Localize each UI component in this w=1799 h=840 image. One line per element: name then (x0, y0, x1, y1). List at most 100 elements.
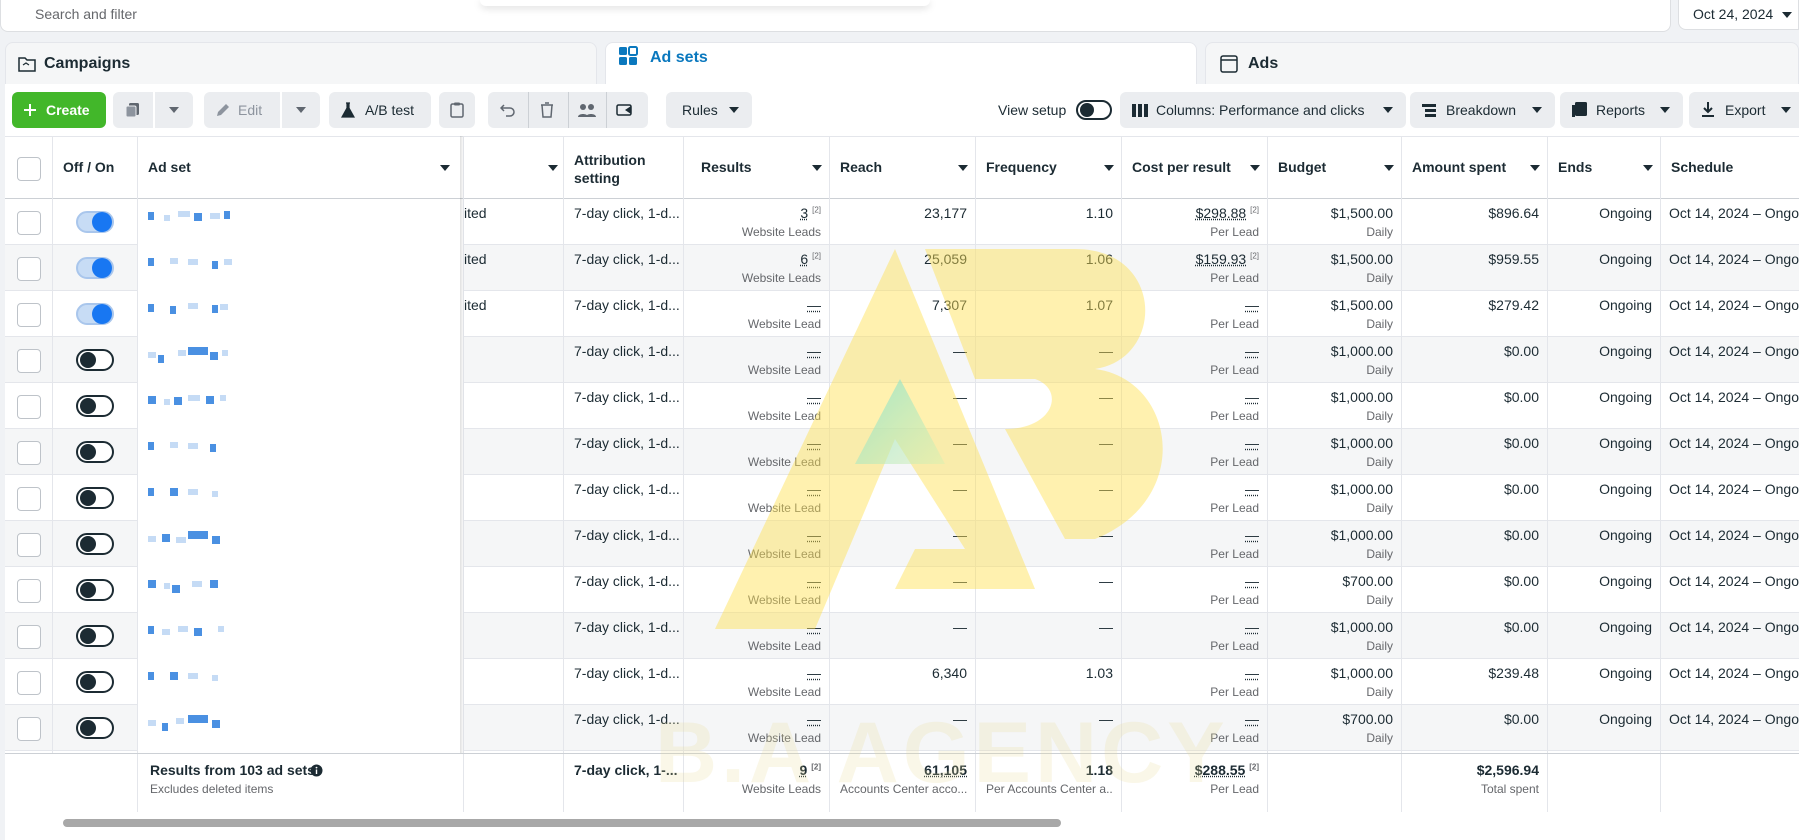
header-reach[interactable]: Reach (830, 137, 976, 199)
budget-cell[interactable]: $700.00 Daily (1268, 705, 1402, 751)
ad-set-name-cell[interactable] (138, 659, 464, 705)
ad-set-name-cell[interactable] (138, 567, 464, 613)
budget-cell[interactable]: $1,000.00 Daily (1268, 521, 1402, 567)
attribution-value: 7-day click, 1-d... (574, 711, 680, 727)
edit-dropdown[interactable] (282, 92, 320, 128)
budget-cell[interactable]: $1,000.00 Daily (1268, 613, 1402, 659)
ad-set-toggle[interactable] (76, 671, 114, 693)
columns-button[interactable]: Columns: Performance and clicks (1120, 92, 1406, 128)
header-ends[interactable]: Ends (1548, 137, 1661, 199)
ad-set-toggle[interactable] (76, 395, 114, 417)
row-checkbox[interactable] (17, 487, 41, 511)
table-row[interactable]: ited 7-day click, 1-d... 6 [2] Website Le… (5, 245, 1799, 291)
budget-cell[interactable]: $1,000.00 Daily (1268, 475, 1402, 521)
header-schedule[interactable]: Schedule (1661, 137, 1799, 199)
table-row[interactable]: 7-day click, 1-d... — Website Lead — — —… (5, 705, 1799, 751)
export-button[interactable]: Export (1689, 92, 1799, 128)
row-checkbox[interactable] (17, 671, 41, 695)
ad-set-name-cell[interactable] (138, 429, 464, 475)
undo-icon[interactable] (500, 102, 516, 118)
row-checkbox[interactable] (17, 717, 41, 741)
ad-set-toggle[interactable] (76, 349, 114, 371)
ad-set-name-cell[interactable] (138, 475, 464, 521)
duplicate-dropdown[interactable] (155, 92, 193, 128)
horizontal-scrollbar[interactable] (5, 816, 1799, 830)
header-attribution[interactable]: Attribution setting (564, 137, 684, 199)
ab-test-button[interactable]: A/B test (329, 92, 431, 128)
rules-button[interactable]: Rules (666, 92, 752, 128)
ad-set-toggle[interactable] (76, 625, 114, 647)
header-cost-per-result[interactable]: Cost per result (1122, 137, 1268, 199)
reports-button[interactable]: Reports (1560, 92, 1683, 128)
duplicate-button[interactable] (113, 92, 153, 128)
header-budget[interactable]: Budget (1268, 137, 1402, 199)
header-frequency[interactable]: Frequency (976, 137, 1122, 199)
info-icon[interactable] (310, 764, 323, 777)
budget-cell[interactable]: $1,000.00 Daily (1268, 659, 1402, 705)
table-row[interactable]: 7-day click, 1-d... — Website Lead 6,340… (5, 659, 1799, 705)
ad-set-name-cell[interactable] (138, 521, 464, 567)
create-button[interactable]: Create (12, 92, 106, 128)
row-checkbox[interactable] (17, 579, 41, 603)
tab-ad-sets[interactable]: Ad sets (605, 42, 1197, 86)
ad-set-toggle[interactable] (76, 441, 114, 463)
row-checkbox[interactable] (17, 441, 41, 465)
scrollbar-thumb[interactable] (63, 819, 1061, 827)
table-row[interactable]: 7-day click, 1-d... — Website Lead — — —… (5, 613, 1799, 659)
people-icon[interactable] (578, 102, 596, 118)
header-results[interactable]: Results (684, 137, 830, 199)
select-all-checkbox[interactable] (17, 157, 41, 181)
tab-campaigns[interactable]: Campaigns (5, 42, 597, 84)
budget-cell[interactable]: $1,500.00 Daily (1268, 245, 1402, 291)
ad-set-name-cell[interactable] (138, 291, 464, 337)
row-checkbox[interactable] (17, 625, 41, 649)
ad-set-name-cell[interactable] (138, 245, 464, 291)
date-range-picker[interactable]: Oct 24, 2024 (1678, 0, 1799, 30)
trash-icon[interactable] (540, 102, 554, 118)
budget-cell[interactable]: $1,500.00 Daily (1268, 291, 1402, 337)
ad-set-name-cell[interactable] (138, 613, 464, 659)
table-row[interactable]: 7-day click, 1-d... — Website Lead — — —… (5, 567, 1799, 613)
table-row[interactable]: 7-day click, 1-d... — Website Lead — — —… (5, 429, 1799, 475)
ad-set-toggle[interactable] (76, 211, 114, 233)
ad-set-name-cell[interactable] (138, 383, 464, 429)
row-checkbox[interactable] (17, 303, 41, 327)
ad-set-toggle[interactable] (76, 533, 114, 555)
ad-set-name-cell[interactable] (138, 705, 464, 751)
ad-set-name-cell[interactable] (138, 337, 464, 383)
tab-ads[interactable]: Ads (1205, 42, 1799, 84)
table-row[interactable]: 7-day click, 1-d... — Website Lead — — —… (5, 521, 1799, 567)
budget-cell[interactable]: $1,000.00 Daily (1268, 383, 1402, 429)
row-checkbox[interactable] (17, 257, 41, 281)
table-row[interactable]: 7-day click, 1-d... — Website Lead — — —… (5, 337, 1799, 383)
header-ad-set[interactable]: Ad set (138, 137, 464, 199)
row-checkbox[interactable] (17, 349, 41, 373)
table-row[interactable]: ited 7-day click, 1-d... — Website Lead … (5, 291, 1799, 337)
ad-set-name-cell[interactable] (138, 199, 464, 245)
schedule-cell: Oct 14, 2024 – Ongoing (1661, 705, 1799, 751)
results-sub: Website Leads (741, 225, 821, 239)
search-input-placeholder[interactable]: Search and filter (35, 6, 137, 22)
share-icon[interactable] (616, 102, 634, 118)
budget-cell[interactable]: $1,000.00 Daily (1268, 429, 1402, 475)
header-amount-spent[interactable]: Amount spent (1402, 137, 1548, 199)
budget-cell[interactable]: $1,000.00 Daily (1268, 337, 1402, 383)
row-checkbox[interactable] (17, 533, 41, 557)
table-row[interactable]: 7-day click, 1-d... — Website Lead — — —… (5, 383, 1799, 429)
ad-set-toggle[interactable] (76, 717, 114, 739)
table-row[interactable]: ited 7-day click, 1-d... 3 [2] Website Le… (5, 199, 1799, 245)
ad-set-toggle[interactable] (76, 257, 114, 279)
header-delivery[interactable] (464, 137, 564, 199)
row-checkbox[interactable] (17, 211, 41, 235)
ad-set-toggle[interactable] (76, 487, 114, 509)
budget-cell[interactable]: $1,500.00 Daily (1268, 199, 1402, 245)
table-row[interactable]: 7-day click, 1-d... — Website Lead — — —… (5, 475, 1799, 521)
row-checkbox[interactable] (17, 395, 41, 419)
ad-set-toggle[interactable] (76, 579, 114, 601)
clipboard-button[interactable] (439, 92, 475, 128)
view-setup-toggle[interactable] (1076, 100, 1112, 120)
edit-button[interactable]: Edit (204, 92, 280, 128)
ad-set-toggle[interactable] (76, 303, 114, 325)
breakdown-button[interactable]: Breakdown (1410, 92, 1555, 128)
budget-cell[interactable]: $700.00 Daily (1268, 567, 1402, 613)
